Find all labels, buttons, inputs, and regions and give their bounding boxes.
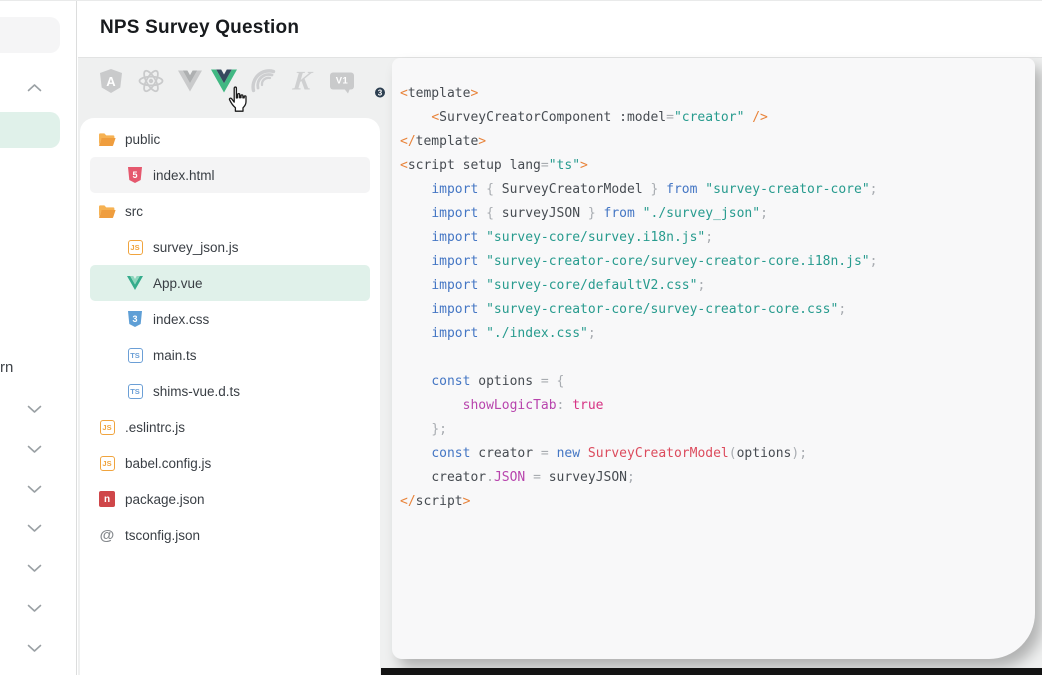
file-tree-item-survey-json-js[interactable]: JS survey_json.js <box>90 229 370 265</box>
preview-panel-edge <box>381 668 1042 675</box>
code-line: showLogicTab: true <box>400 394 1035 418</box>
code-line: import "./index.css"; <box>400 322 1035 346</box>
tsconfig-file-icon: @ <box>98 526 116 544</box>
example-header: NPS Survey Question <box>78 1 1042 58</box>
code-line: </template> <box>400 130 1035 154</box>
code-line: const options = { <box>400 370 1035 394</box>
file-tree-item-src[interactable]: src <box>90 193 370 229</box>
file-name-label: shims-vue.d.ts <box>153 384 240 399</box>
code-line: import "survey-creator-core/survey-creat… <box>400 298 1035 322</box>
v1-bubble-label: V1 <box>330 73 354 90</box>
file-name-label: tsconfig.json <box>125 528 200 543</box>
file-name-label: public <box>125 132 160 147</box>
file-name-label: package.json <box>125 492 205 507</box>
code-line: <script setup lang="ts"> <box>400 154 1035 178</box>
vue-file-icon <box>126 274 144 292</box>
file-tree-item-index-html[interactable]: 5 index.html <box>90 157 370 193</box>
code-line <box>400 346 1035 370</box>
chevron-up-icon[interactable] <box>27 83 42 92</box>
file-tree-item-app-vue[interactable]: App.vue <box>90 265 370 301</box>
code-line: import "survey-core/defaultV2.css"; <box>400 274 1035 298</box>
ts-file-icon: TS <box>126 382 144 400</box>
file-tree-item-main-ts[interactable]: TS main.ts <box>90 337 370 373</box>
html-file-icon: 5 <box>126 166 144 184</box>
sidebar-label-partial: rn <box>0 359 13 376</box>
file-name-label: App.vue <box>153 276 203 291</box>
code-line: const creator = new SurveyCreatorModel(o… <box>400 442 1035 466</box>
file-name-label: .eslintrc.js <box>125 420 185 435</box>
ts-file-icon: TS <box>126 346 144 364</box>
sidebar-item-active-partial[interactable] <box>0 112 60 148</box>
chevron-down-icon[interactable] <box>27 604 42 613</box>
code-block: <template> <SurveyCreatorComponent :mode… <box>392 58 1035 514</box>
file-name-label: index.html <box>153 168 215 183</box>
code-line: import { SurveyCreatorModel } from "surv… <box>400 178 1035 202</box>
file-name-label: babel.config.js <box>125 456 211 471</box>
code-viewer-panel[interactable]: <template> <SurveyCreatorComponent :mode… <box>392 58 1035 659</box>
file-name-label: src <box>125 204 143 219</box>
chevron-down-icon[interactable] <box>27 405 42 414</box>
chevron-down-icon[interactable] <box>27 445 42 454</box>
npm-file-icon: n <box>98 490 116 508</box>
file-tree-panel: public 5 index.html src JS survey_json.js App.… <box>80 118 380 675</box>
file-tree-item-babel-config-js[interactable]: JS babel.config.js <box>90 445 370 481</box>
example-content: A 3 K V1 public5index.htmlsrcJSsurvey_js… <box>78 58 1042 675</box>
file-tree-item-package-json[interactable]: n package.json <box>90 481 370 517</box>
code-line: import { surveyJSON } from "./survey_jso… <box>400 202 1035 226</box>
file-name-label: main.ts <box>153 348 197 363</box>
code-line: </script> <box>400 490 1035 514</box>
code-line: import "survey-creator-core/survey-creat… <box>400 250 1035 274</box>
cursor-hand-icon <box>226 86 250 115</box>
chevron-down-icon[interactable] <box>27 524 42 533</box>
chevron-down-icon[interactable] <box>27 564 42 573</box>
js-file-icon: JS <box>98 454 116 472</box>
code-line: creator.JSON = surveyJSON; <box>400 466 1035 490</box>
sidebar-item-partial[interactable] <box>0 17 60 53</box>
folder-icon <box>98 202 116 220</box>
knockout-k-glyph: K <box>292 68 313 95</box>
file-tree-item-public[interactable]: public <box>90 121 370 157</box>
file-tree-item-eslintrc-js[interactable]: JS .eslintrc.js <box>90 409 370 445</box>
code-line: import "survey-core/survey.i18n.js"; <box>400 226 1035 250</box>
file-tree-item-shims-vue-d-ts[interactable]: TS shims-vue.d.ts <box>90 373 370 409</box>
svg-text:5: 5 <box>132 170 137 180</box>
file-name-label: index.css <box>153 312 209 327</box>
page-title: NPS Survey Question <box>100 17 299 39</box>
code-line: <template> <box>400 82 1035 106</box>
v1-icon[interactable]: V1 <box>330 73 354 90</box>
knockout-icon[interactable]: K <box>293 68 311 95</box>
file-name-label: survey_json.js <box>153 240 239 255</box>
js-file-icon: JS <box>98 418 116 436</box>
file-tree-item-index-css[interactable]: 3 index.css <box>90 301 370 337</box>
jquery-icon[interactable] <box>250 69 277 94</box>
css-file-icon: 3 <box>126 310 144 328</box>
docs-sidebar-partial: rn <box>0 1 77 675</box>
folder-icon <box>98 130 116 148</box>
code-line: }; <box>400 418 1035 442</box>
js-file-icon: JS <box>126 238 144 256</box>
svg-text:3: 3 <box>132 314 137 324</box>
file-tree-item-tsconfig-json[interactable]: @ tsconfig.json <box>90 517 370 553</box>
chevron-down-icon[interactable] <box>27 644 42 653</box>
code-line: <SurveyCreatorComponent :model="creator"… <box>400 106 1035 130</box>
chevron-down-icon[interactable] <box>27 485 42 494</box>
vue3-version-badge: 3 <box>373 86 387 100</box>
